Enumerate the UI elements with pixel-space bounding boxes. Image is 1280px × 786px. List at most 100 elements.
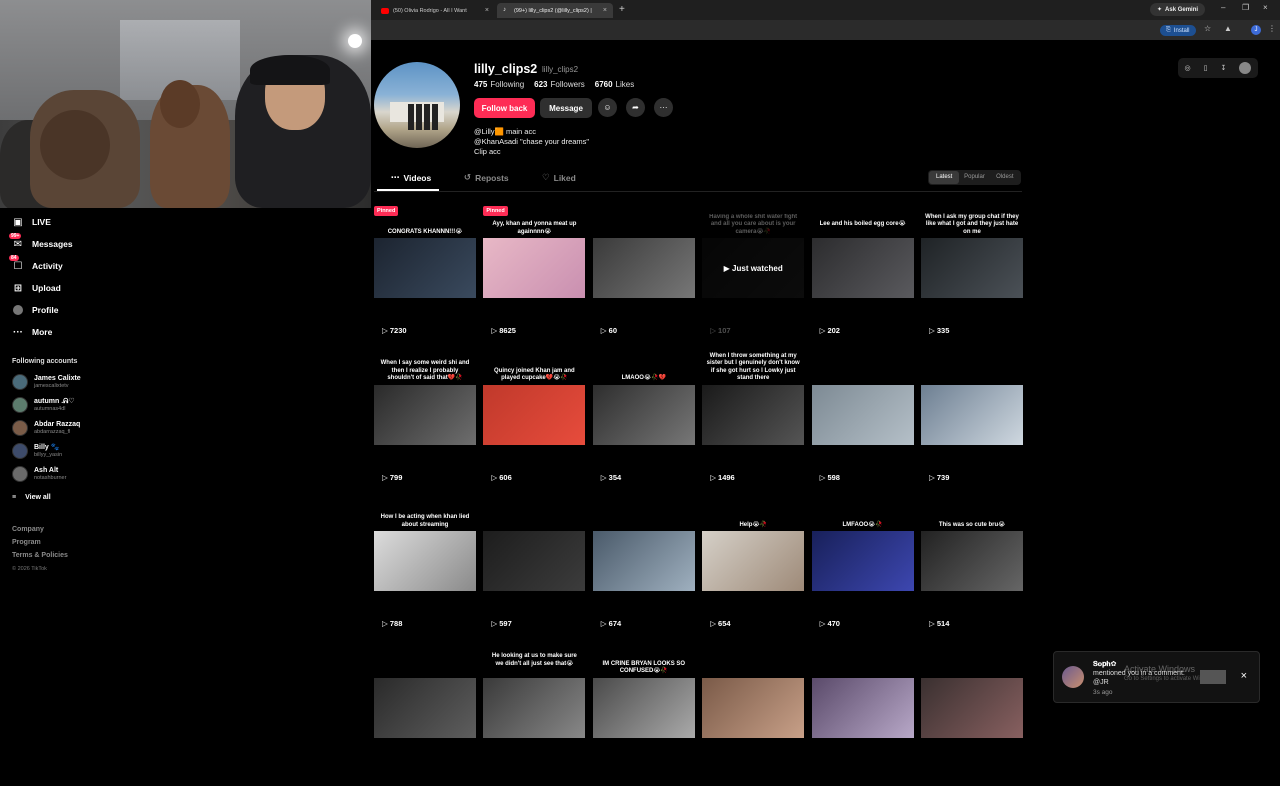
video-card[interactable]: When I ask my group chat if they like wh… [921, 206, 1023, 346]
tab-liked[interactable]: ♡ Liked [542, 172, 576, 183]
video-card[interactable]: ▷ 60 [592, 206, 695, 346]
play-icon: ▷ [710, 619, 719, 628]
following-account[interactable]: Ash Alt notashburner [12, 466, 66, 482]
video-caption: He looking at us to make sure we didn't … [491, 653, 577, 667]
video-card[interactable]: How I be acting when khan lied about str… [374, 499, 476, 639]
video-card[interactable] [374, 646, 476, 786]
minimize-icon[interactable]: – [1221, 3, 1225, 12]
follow-back-button[interactable]: Follow back [474, 98, 535, 118]
video-card[interactable]: Pinned Ayy, khan and yonna meat up againn… [483, 206, 586, 346]
view-count: 799 [389, 472, 403, 482]
message-button[interactable]: Message [540, 98, 592, 118]
video-card[interactable]: When I throw something at my sister but … [702, 352, 805, 493]
video-views: ▷ 674 [601, 619, 621, 628]
video-card[interactable]: ▷ 674 [592, 499, 695, 639]
sidebar-item-live[interactable]: ▣ LIVE [12, 216, 51, 228]
new-tab-icon[interactable]: + [619, 4, 625, 15]
video-card[interactable]: IM CRINE BRYAN LOOKS SO CONFUSED😭🥀 [592, 646, 695, 786]
video-thumbnail [921, 677, 1023, 738]
video-card[interactable]: When I say some weird shi and then I rea… [374, 353, 476, 493]
sort-latest[interactable]: Latest [929, 171, 960, 184]
following-account[interactable]: autumn .ᕱ♡ autumnas4dl [12, 397, 75, 413]
sidebar-item-label: Profile [32, 305, 59, 315]
sidebar-item-label: Upload [32, 283, 61, 293]
likes-label: Likes [615, 80, 635, 89]
video-caption: When I throw something at my sister but … [706, 352, 800, 382]
video-card[interactable] [811, 646, 914, 786]
video-card[interactable]: LMAOO😭🥀💔 ▷ 354 [592, 353, 695, 493]
notification-toast[interactable]: 𝐒𝐨𝐩𝐡✿ mentioned you in a comment: @JR 3s… [1053, 651, 1260, 703]
tab-label: Liked [553, 172, 576, 183]
sidebar-item-upload[interactable]: ⊞ Upload [12, 282, 61, 294]
sort-oldest[interactable]: Oldest [990, 171, 1020, 184]
play-icon: ▷ [929, 619, 937, 628]
more-options-icon[interactable]: ··· [654, 98, 673, 117]
video-caption: When I ask my group chat if they like wh… [925, 213, 1019, 235]
add-friend-icon[interactable]: ☺ [598, 98, 617, 117]
footer-link-terms[interactable]: Terms & Policies [12, 552, 68, 559]
account-handle: notashburner [34, 474, 67, 481]
play-icon: ▷ [929, 472, 937, 482]
sidebar-item-profile[interactable]: Profile [12, 304, 58, 316]
close-icon[interactable]: × [1241, 670, 1247, 682]
video-card[interactable]: Quincy joined Khan jam and played cupcak… [483, 353, 586, 493]
browser-tab[interactable]: (50) Olivia Rodrigo - All I Want × [375, 3, 495, 18]
likes-count: 6760 [594, 80, 613, 89]
video-thumbnail [811, 238, 914, 298]
bookmark-star-icon[interactable]: ☆ [1204, 24, 1211, 33]
video-caption: IM CRINE BRYAN LOOKS SO CONFUSED😭🥀 [602, 660, 686, 675]
sort-switch: Latest Popular Oldest [928, 170, 1021, 185]
browser-tab-active[interactable]: ♪ (99+) lilly_clips2 (@lilly_clips2) | × [497, 3, 613, 18]
footer-link-program[interactable]: Program [12, 539, 41, 546]
install-app-button[interactable]: ⎘ Install [1160, 25, 1196, 36]
video-card[interactable]: LMFAOO😭🥀 ▷ 470 [811, 499, 914, 639]
browser-menu-icon[interactable]: ⋮ [1268, 24, 1276, 33]
footer-link-company[interactable]: Company [12, 526, 44, 533]
video-caption: Ayy, khan and yonna meat up againnnn😭 [492, 221, 577, 235]
video-card[interactable] [921, 646, 1023, 786]
video-card[interactable]: Pinned CONGRATS KHANNN!!!😭 ▷ 7230 [374, 206, 476, 346]
video-card[interactable]: ▷ 597 [483, 499, 586, 639]
close-window-icon[interactable]: × [1263, 3, 1268, 12]
play-icon: ▶ [723, 263, 733, 273]
share-icon[interactable]: ➦ [626, 98, 645, 117]
sidebar-item-activity[interactable]: ☐ 84 Activity [9, 255, 63, 272]
video-card[interactable]: ▷ 739 [921, 353, 1023, 493]
video-card[interactable] [702, 646, 805, 786]
ask-gemini-button[interactable]: ✦ Ask Gemini [1150, 3, 1206, 16]
profile-stats: 475 Following 623 Followers 6760 Likes [474, 80, 634, 89]
tab-active-indicator [377, 189, 439, 191]
user-avatar-icon[interactable] [1239, 62, 1252, 74]
sort-popular[interactable]: Popular [959, 171, 989, 184]
avatar [12, 466, 28, 482]
view-all-link[interactable]: ≡ View all [12, 494, 51, 501]
followers-stat[interactable]: 623 Followers [534, 80, 585, 89]
profile-page: lilly_clips2 lilly_clips2 475 Following 6… [371, 40, 1280, 738]
phone-icon[interactable]: ▯ [1204, 64, 1208, 72]
video-card[interactable]: ▷ 598 [811, 353, 914, 493]
close-tab-icon[interactable]: × [603, 7, 607, 14]
download-icon[interactable]: ↧ [1221, 64, 1227, 72]
video-card[interactable]: Having a whole shit water fight and all … [702, 206, 805, 346]
following-account[interactable]: Abdar Razzaq abdarrazzaq_fl [12, 420, 80, 436]
restore-icon[interactable]: ❐ [1242, 3, 1249, 12]
following-stat[interactable]: 475 Following [474, 80, 524, 89]
sidebar-item-messages[interactable]: ✉ 99+ Messages [9, 233, 73, 250]
following-account[interactable]: James Calixte jamescalixtetv [12, 374, 81, 390]
extensions-icon[interactable]: ▲ [1224, 24, 1232, 33]
video-thumbnail [374, 384, 476, 445]
sidebar-item-more[interactable]: ··· More [12, 326, 52, 338]
video-card[interactable]: Lee and his boiled egg core😭 ▷ 202 [811, 206, 914, 346]
video-card[interactable]: This was so cute bru😭 ▷ 514 [921, 499, 1023, 639]
video-card[interactable]: He looking at us to make sure we didn't … [483, 646, 586, 786]
following-account[interactable]: Billy 🐾 billyy_yasin [12, 443, 62, 459]
browser-profile-avatar[interactable]: J [1251, 25, 1261, 35]
view-count: 7230 [389, 326, 407, 335]
video-caption: Help😭🥀 [739, 521, 767, 528]
video-card[interactable]: Help😭🥀 ▷ 654 [702, 499, 805, 639]
tab-videos[interactable]: ⋯ Videos [391, 172, 431, 183]
compass-icon[interactable]: ◎ [1185, 64, 1191, 72]
tab-reposts[interactable]: ↺ Reposts [464, 172, 509, 183]
profile-avatar [374, 62, 460, 148]
close-tab-icon[interactable]: × [485, 7, 489, 14]
